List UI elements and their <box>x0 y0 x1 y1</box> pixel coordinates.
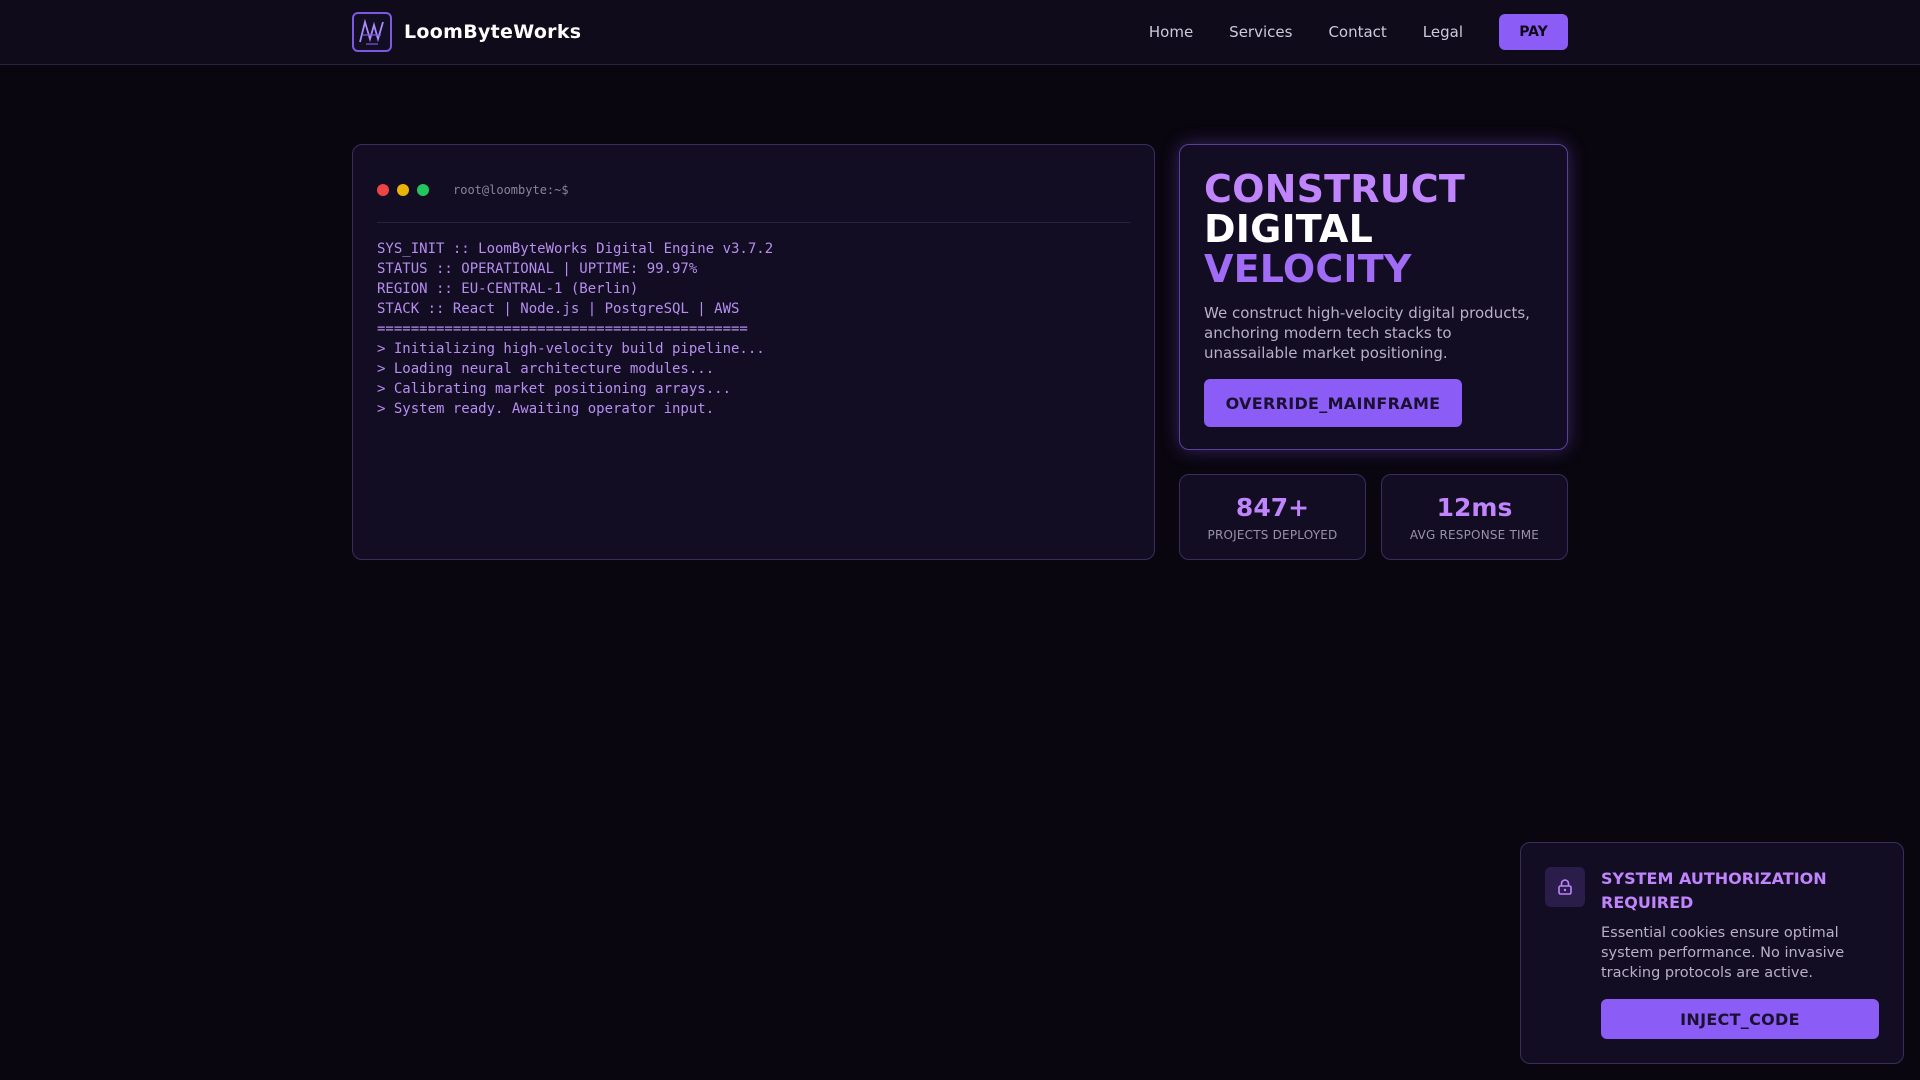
brand-name: LoomByteWorks <box>404 21 582 43</box>
terminal-line: STATUS :: OPERATIONAL | UPTIME: 99.97% <box>377 261 698 277</box>
nav-link-legal[interactable]: Legal <box>1423 23 1463 41</box>
hero-title: CONSTRUCT DIGITAL VELOCITY <box>1204 169 1543 289</box>
navbar-inner: LoomByteWorks Home Services Contact Lega… <box>352 0 1568 64</box>
stat-value: 847+ <box>1235 492 1310 522</box>
override-mainframe-button[interactable]: OVERRIDE_MAINFRAME <box>1204 379 1462 427</box>
terminal-line: > Initializing high-velocity build pipel… <box>377 341 765 357</box>
hero-title-line-3: VELOCITY <box>1204 247 1412 291</box>
terminal-line: > System ready. Awaiting operator input. <box>377 401 715 417</box>
nav-link-services[interactable]: Services <box>1229 23 1292 41</box>
brand[interactable]: LoomByteWorks <box>352 12 581 52</box>
stat-label: PROJECTS DEPLOYED <box>1207 527 1338 542</box>
terminal-line: ========================================… <box>377 321 748 337</box>
nav-link-contact[interactable]: Contact <box>1328 23 1386 41</box>
stat-value: 12ms <box>1436 492 1513 522</box>
lock-icon <box>1545 867 1585 907</box>
hero-description: We construct high-velocity digital produ… <box>1204 304 1530 362</box>
loom-logo-icon <box>352 12 392 52</box>
inject-code-button[interactable]: INJECT_CODE <box>1601 999 1879 1039</box>
maximize-dot-icon <box>417 183 429 196</box>
cookie-text: Essential cookies ensure optimal system … <box>1601 925 1845 981</box>
terminal-line: > Calibrating market positioning arrays.… <box>377 381 732 397</box>
close-dot-icon <box>377 183 389 196</box>
nav-link-home[interactable]: Home <box>1149 23 1193 41</box>
terminal-output: SYS_INIT :: LoomByteWorks Digital Engine… <box>377 239 1130 419</box>
minimize-dot-icon <box>397 183 409 196</box>
terminal-line: > Loading neural architecture modules... <box>377 361 715 377</box>
cookie-body: SYSTEM AUTHORIZATION REQUIRED Essential … <box>1601 867 1881 1039</box>
stat-label: AVG RESPONSE TIME <box>1409 527 1540 542</box>
terminal-line: SYS_INIT :: LoomByteWorks Digital Engine… <box>377 241 774 257</box>
terminal-line: STACK :: React | Node.js | PostgreSQL | … <box>377 301 740 317</box>
hero-title-line-1: CONSTRUCT <box>1204 167 1466 211</box>
nav-links: Home Services Contact Legal PAY <box>1149 14 1568 50</box>
pay-button[interactable]: PAY <box>1499 14 1568 50</box>
stat-card-projects: 847+ PROJECTS DEPLOYED <box>1179 474 1366 560</box>
stat-card-response-time: 12ms AVG RESPONSE TIME <box>1381 474 1568 560</box>
hero-card: CONSTRUCT DIGITAL VELOCITY We construct … <box>1179 144 1568 450</box>
top-navbar: LoomByteWorks Home Services Contact Lega… <box>0 0 1920 65</box>
terminal-prompt: root@loombyte:~$ <box>453 182 569 197</box>
cookie-title: SYSTEM AUTHORIZATION REQUIRED <box>1601 869 1827 912</box>
cookie-banner: SYSTEM AUTHORIZATION REQUIRED Essential … <box>1520 842 1904 1064</box>
hero-title-line-2: DIGITAL <box>1204 207 1374 251</box>
terminal-header: root@loombyte:~$ <box>377 169 1130 223</box>
terminal-window: root@loombyte:~$ SYS_INIT :: LoomByteWor… <box>352 144 1155 560</box>
terminal-line: REGION :: EU-CENTRAL-1 (Berlin) <box>377 281 639 297</box>
